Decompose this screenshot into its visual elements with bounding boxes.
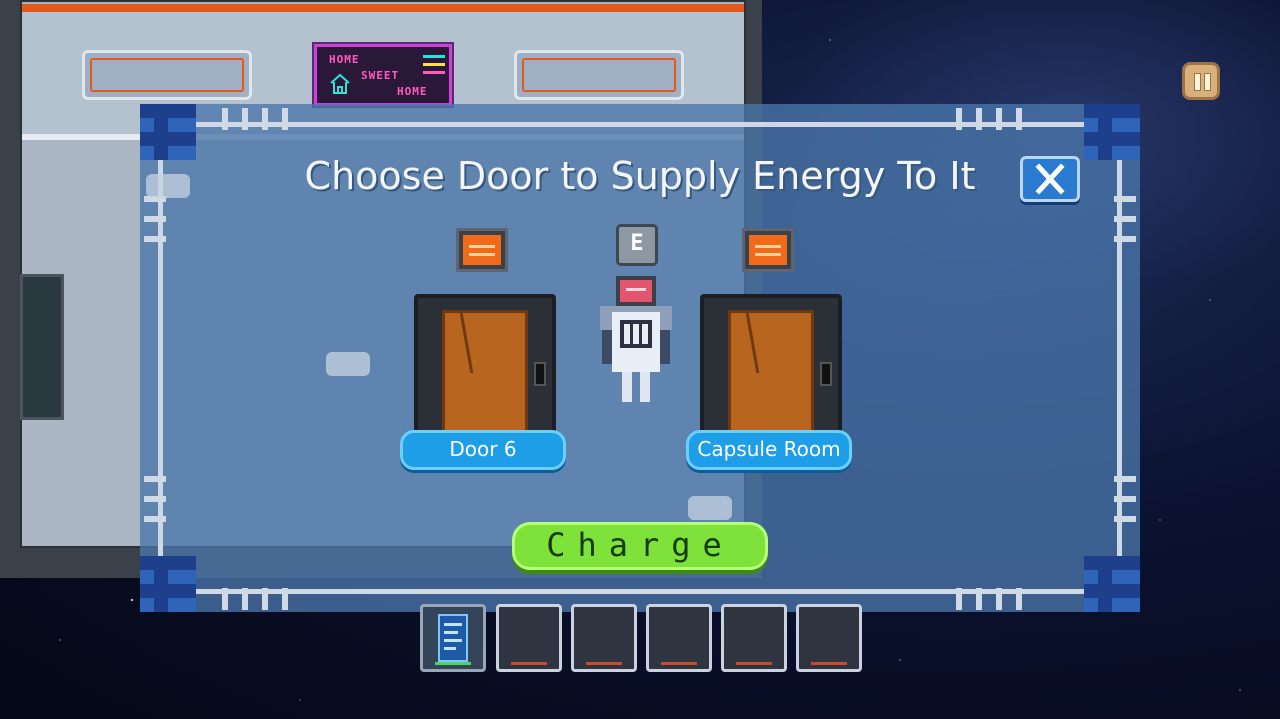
charge-button[interactable]: Charge (512, 522, 768, 570)
capsule-room-select-button[interactable]: Capsule Room (686, 430, 852, 470)
door-panel (728, 310, 814, 442)
floor-vent (688, 496, 732, 520)
robot-player-character (600, 276, 672, 402)
frame-tick (144, 496, 166, 502)
inventory-slot-3[interactable] (571, 604, 637, 672)
inventory-slot-1[interactable] (420, 604, 486, 672)
frame-tick (222, 108, 228, 130)
frame-tick (996, 108, 1002, 130)
door-handle (820, 362, 832, 386)
door-6[interactable] (414, 294, 556, 444)
home-sweet-home-sign: HOME SWEET HOME (314, 44, 452, 106)
door-handle (534, 362, 546, 386)
frame-tick (282, 588, 288, 610)
inventory-slot-6[interactable] (796, 604, 862, 672)
frame-tick (976, 588, 982, 610)
frame-tick (282, 108, 288, 130)
pause-icon (1194, 73, 1201, 91)
datapad-icon (438, 614, 468, 662)
frame-tick (1114, 496, 1136, 502)
door-panel (442, 310, 528, 442)
frame-tick (1016, 108, 1022, 130)
frame-tick (222, 588, 228, 610)
wall-light-panel-right (514, 50, 684, 100)
frame-tick (1016, 588, 1022, 610)
floor-vent (146, 174, 190, 198)
inventory-slot-5[interactable] (721, 604, 787, 672)
sign-line-1: HOME (329, 53, 360, 66)
inventory-slot-2[interactable] (496, 604, 562, 672)
room-warning-stripe (22, 4, 744, 12)
dialog-title: Choose Door to Supply Energy To It (304, 154, 976, 198)
capsule-room-door[interactable] (700, 294, 842, 444)
room-side-doorway (20, 274, 64, 420)
frame-tick (1114, 196, 1136, 202)
pause-icon-bar (1204, 73, 1211, 91)
sign-bars-icon (423, 55, 445, 75)
frame-tick (144, 216, 166, 222)
frame-tick (956, 588, 962, 610)
frame-tick (144, 236, 166, 242)
frame-tick (1114, 516, 1136, 522)
sign-line-3: HOME (397, 85, 428, 98)
frame-tick (1114, 216, 1136, 222)
inventory-slot-4[interactable] (646, 604, 712, 672)
frame-tick (242, 108, 248, 130)
frame-tick (262, 588, 268, 610)
close-button[interactable] (1020, 156, 1080, 202)
frame-tick (996, 588, 1002, 610)
frame-tick (976, 108, 982, 130)
frame-tick (144, 516, 166, 522)
house-icon (330, 73, 350, 94)
pause-button[interactable] (1182, 62, 1220, 100)
frame-tick (1114, 476, 1136, 482)
sign-line-2: SWEET (361, 69, 400, 82)
frame-tick (956, 108, 962, 130)
close-icon (1035, 163, 1065, 195)
floor-vent (326, 352, 370, 376)
frame-tick (262, 108, 268, 130)
wall-light-panel-left (82, 50, 252, 100)
frame-tick (242, 588, 248, 610)
interact-key-hint: E (616, 224, 658, 266)
frame-tick (144, 476, 166, 482)
door-6-control-screen (456, 228, 508, 272)
frame-tick (1114, 236, 1136, 242)
door-6-select-button[interactable]: Door 6 (400, 430, 566, 470)
capsule-room-control-screen (742, 228, 794, 272)
